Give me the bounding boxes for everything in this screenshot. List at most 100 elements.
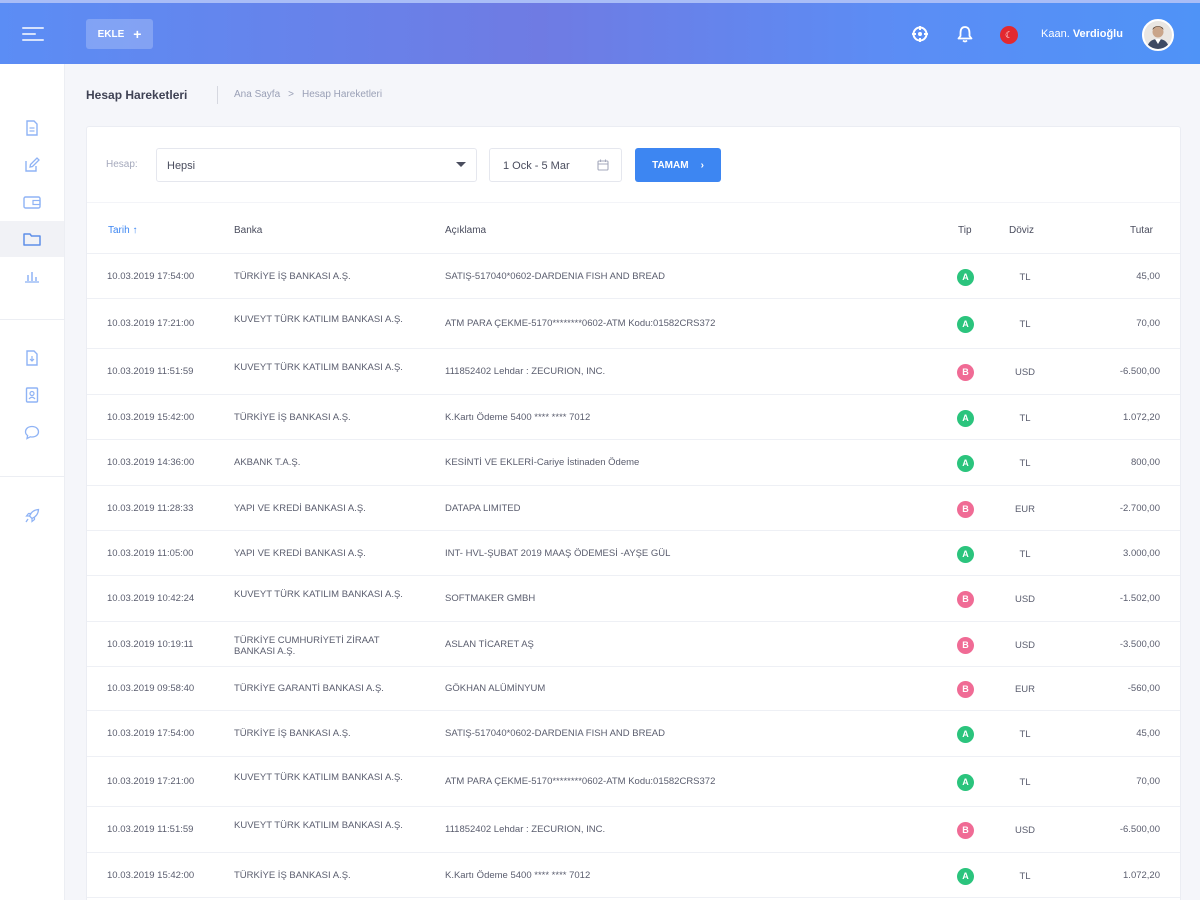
- cell-amount: 1.072,20: [1123, 869, 1160, 881]
- column-header-description[interactable]: Açıklama: [445, 225, 486, 236]
- breadcrumb: Ana Sayfa > Hesap Hareketleri: [234, 89, 382, 100]
- cell-bank: TÜRKİYE İŞ BANKASI A.Ş.: [234, 411, 351, 423]
- column-header-amount[interactable]: Tutar: [1130, 225, 1153, 236]
- type-badge: B: [957, 591, 974, 608]
- account-select-value: Hepsi: [167, 160, 196, 172]
- table-row[interactable]: 10.03.2019 11:51:59 KUVEYT TÜRK KATILIM B…: [87, 349, 1180, 395]
- add-button[interactable]: EKLE +: [86, 19, 153, 49]
- sidebar-item-reports[interactable]: [0, 258, 64, 294]
- table-row[interactable]: 10.03.2019 17:54:00 TÜRKİYE İŞ BANKASI A.…: [87, 254, 1180, 299]
- user-last-name: Verdioğlu: [1072, 28, 1123, 40]
- ok-button[interactable]: TAMAM ›: [635, 148, 721, 182]
- cell-amount: 70,00: [1136, 318, 1160, 329]
- cell-bank: KUVEYT TÜRK KATILIM BANKASI A.Ş.: [234, 820, 403, 831]
- cell-amount: 1.072,20: [1123, 411, 1160, 423]
- cell-currency: TL: [1019, 729, 1031, 740]
- table-row[interactable]: 10.03.2019 15:42:00 TÜRKİYE İŞ BANKASI A.…: [87, 853, 1180, 898]
- cell-date: 10.03.2019 11:51:59: [107, 824, 194, 835]
- table-row[interactable]: 10.03.2019 11:28:33 YAPI VE KREDİ BANKASI…: [87, 486, 1180, 531]
- column-header-currency[interactable]: Döviz: [1009, 225, 1034, 236]
- account-filter-label: Hesap:: [106, 159, 138, 170]
- cell-bank: KUVEYT TÜRK KATILIM BANKASI A.Ş.: [234, 362, 403, 373]
- table-row[interactable]: 10.03.2019 17:21:00 KUVEYT TÜRK KATILIM B…: [87, 757, 1180, 807]
- bar-chart-icon: [25, 272, 39, 283]
- user-name[interactable]: Kaan. Verdioğlu: [1041, 28, 1123, 40]
- folder-icon: [23, 233, 41, 246]
- cell-description: DATAPA LIMITED: [445, 502, 521, 514]
- sidebar-item-contacts[interactable]: [0, 377, 64, 413]
- table-row[interactable]: 10.03.2019 10:42:24 KUVEYT TÜRK KATILIM B…: [87, 576, 1180, 622]
- cell-description: 111852402 Lehdar : ZECURION, INC.: [445, 366, 606, 377]
- edit-icon: [25, 157, 40, 172]
- table-row[interactable]: 10.03.2019 17:54:00 TÜRKİYE İŞ BANKASI A.…: [87, 711, 1180, 757]
- cell-description: ASLAN TİCARET AŞ: [445, 638, 534, 650]
- cell-currency: USD: [1014, 594, 1036, 605]
- cell-amount: 3.000,00: [1123, 547, 1160, 559]
- cell-date: 10.03.2019 09:58:40: [107, 683, 195, 694]
- cell-amount: 45,00: [1136, 728, 1160, 739]
- cell-description: K.Kartı Ödeme 5400 **** **** 7012: [445, 411, 591, 423]
- contact-icon: [25, 387, 39, 403]
- column-header-type[interactable]: Tip: [958, 225, 972, 236]
- breadcrumb-home-link[interactable]: Ana Sayfa: [234, 89, 280, 100]
- table-row[interactable]: 10.03.2019 14:36:00 AKBANK T.A.Ş. KESİNTİ …: [87, 440, 1180, 486]
- table-row[interactable]: 10.03.2019 10:19:11 TÜRKİYE CUMHURİYETİ Z…: [87, 622, 1180, 667]
- sidebar-item-file-download[interactable]: [0, 340, 64, 376]
- type-badge: A: [957, 268, 974, 286]
- file-download-icon: [26, 350, 38, 366]
- sidebar-item-documents[interactable]: [0, 110, 64, 146]
- cell-bank: TÜRKİYE GARANTİ BANKASI A.Ş.: [234, 683, 384, 694]
- cell-date: 10.03.2019 15:42:00: [107, 411, 195, 423]
- add-button-label: EKLE: [97, 28, 125, 40]
- cell-currency: EUR: [1014, 503, 1036, 515]
- column-header-date[interactable]: Tarih ↑: [108, 225, 137, 236]
- cell-description: ATM PARA ÇEKME-5170********0602-ATM Kodu…: [445, 776, 716, 787]
- sidebar-item-folder[interactable]: [0, 221, 64, 257]
- cell-bank: TÜRKİYE İŞ BANKASI A.Ş.: [234, 270, 351, 282]
- wallet-icon: [23, 195, 41, 209]
- cell-bank: YAPI VE KREDİ BANKASI A.Ş.: [234, 502, 366, 514]
- page-title: Hesap Hareketleri: [86, 88, 188, 102]
- rocket-icon: [25, 508, 40, 523]
- table-row[interactable]: 10.03.2019 11:51:59 KUVEYT TÜRK KATILIM B…: [87, 807, 1180, 853]
- table-row[interactable]: 10.03.2019 17:21:00 KUVEYT TÜRK KATILIM B…: [87, 299, 1180, 349]
- cell-currency: EUR: [1014, 684, 1036, 695]
- breadcrumb-divider: [217, 86, 218, 104]
- cell-bank: KUVEYT TÜRK KATILIM BANKASI A.Ş.: [234, 772, 403, 783]
- bell-icon[interactable]: [954, 23, 976, 45]
- sidebar-item-edit[interactable]: [0, 147, 64, 183]
- menu-toggle-button[interactable]: [0, 3, 66, 64]
- table-row[interactable]: 10.03.2019 15:42:00 TÜRKİYE İŞ BANKASI A.…: [87, 395, 1180, 440]
- type-badge: A: [957, 867, 974, 885]
- sidebar-item-launch[interactable]: [0, 498, 64, 534]
- column-header-bank[interactable]: Banka: [234, 225, 262, 236]
- table-row[interactable]: 10.03.2019 11:05:00 YAPI VE KREDİ BANKASI…: [87, 531, 1180, 576]
- cell-date: 10.03.2019 14:36:00: [107, 457, 195, 468]
- cell-date: 10.03.2019 17:21:00: [107, 776, 195, 787]
- chevron-right-icon: ›: [700, 159, 704, 171]
- cell-description: SOFTMAKER GMBH: [445, 593, 536, 604]
- cell-amount: -6.500,00: [1119, 366, 1160, 377]
- table-row[interactable]: 10.03.2019 09:58:40 TÜRKİYE GARANTİ BANKA…: [87, 667, 1180, 711]
- cell-currency: TL: [1019, 548, 1031, 560]
- cell-currency: TL: [1019, 319, 1031, 330]
- cell-description: GÖKHAN ALÜMİNYUM: [445, 683, 546, 694]
- account-select[interactable]: Hepsi: [156, 148, 477, 182]
- top-bar: EKLE + ☾ Kaan. Verdioğlu: [0, 0, 1200, 64]
- flag-icon[interactable]: ☾: [1000, 26, 1018, 44]
- avatar[interactable]: [1142, 19, 1174, 51]
- cell-description: 111852402 Lehdar : ZECURION, INC.: [445, 824, 606, 835]
- type-badge: A: [957, 774, 974, 791]
- table-body: 10.03.2019 17:54:00 TÜRKİYE İŞ BANKASI A.…: [87, 254, 1180, 898]
- sidebar-item-wallet[interactable]: [0, 184, 64, 220]
- type-badge: A: [957, 455, 974, 472]
- date-range-picker[interactable]: 1 Ock - 5 Mar: [489, 148, 622, 182]
- breadcrumb-separator: >: [288, 89, 294, 100]
- sidebar-item-messages[interactable]: [0, 414, 64, 450]
- sidebar-divider: [0, 319, 64, 320]
- cell-amount: 45,00: [1136, 270, 1160, 282]
- ok-button-label: TAMAM: [652, 159, 689, 171]
- crosshair-icon[interactable]: [909, 23, 931, 45]
- cell-bank: TÜRKİYE İŞ BANKASI A.Ş.: [234, 869, 351, 881]
- transactions-table: Tarih ↑ Banka Açıklama Tip Döviz Tutar 1…: [87, 202, 1180, 898]
